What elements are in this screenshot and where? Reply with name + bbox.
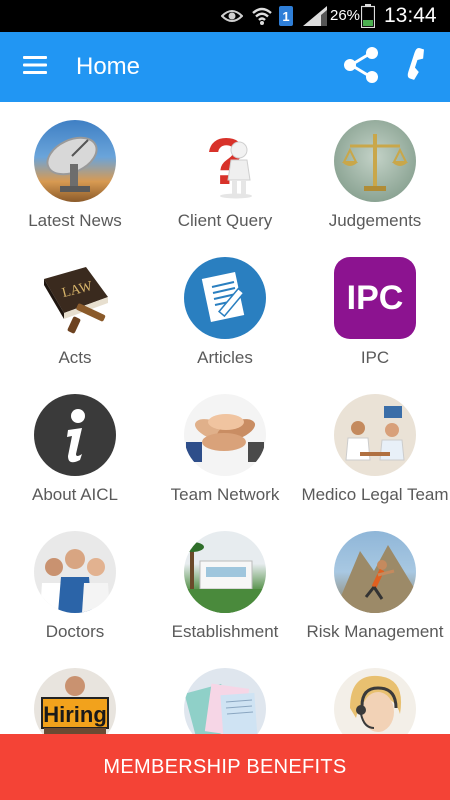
tile-label: IPC <box>360 348 390 367</box>
scales-of-justice-icon <box>334 120 416 202</box>
eye-icon <box>220 0 244 32</box>
hiring-icon: Hiring <box>34 668 116 734</box>
status-bar: 1 26% 13:44 <box>0 0 450 32</box>
info-icon <box>34 394 116 476</box>
hiring-sign-text: Hiring <box>43 702 107 727</box>
tile-label: Articles <box>197 348 253 367</box>
phone-icon <box>407 45 433 90</box>
medical-team-icon <box>334 394 416 476</box>
tile-ipc[interactable]: IPC IPC <box>300 239 450 376</box>
document-pen-icon <box>184 257 266 339</box>
ipc-icon: IPC <box>334 257 416 339</box>
notebooks-icon <box>184 668 266 734</box>
tile-label: Risk Management <box>306 622 444 641</box>
tile-notebooks[interactable] <box>150 650 300 734</box>
battery-icon <box>360 0 376 32</box>
tile-label: Latest News <box>28 211 122 230</box>
svg-text:IPC: IPC <box>347 279 404 317</box>
menu-grid: Latest News ? Client Query Judgements LA… <box>0 102 450 734</box>
tile-label: Client Query <box>177 211 273 230</box>
tile-about-aicl[interactable]: About AICL <box>0 376 150 513</box>
tile-doctors[interactable]: Doctors <box>0 513 150 650</box>
svg-text:1: 1 <box>282 9 289 24</box>
tile-judgements[interactable]: Judgements <box>300 102 450 239</box>
membership-benefits-button[interactable]: MEMBERSHIP BENEFITS <box>0 734 450 800</box>
tile-client-query[interactable]: ? Client Query <box>150 102 300 239</box>
tile-label: Establishment <box>171 622 279 641</box>
tile-risk-management[interactable]: Risk Management <box>300 513 450 650</box>
doctors-icon <box>34 531 116 613</box>
wifi-icon <box>250 0 274 32</box>
support-agent-icon <box>334 668 416 734</box>
menu-button[interactable] <box>14 32 56 102</box>
battery-percent: 26% <box>330 7 361 24</box>
tile-team-network[interactable]: Team Network <box>150 376 300 513</box>
tile-label: Acts <box>58 348 92 367</box>
share-icon <box>341 45 381 90</box>
sim-1-icon: 1 <box>278 0 294 32</box>
share-button[interactable] <box>336 32 386 102</box>
satellite-dish-icon <box>34 120 116 202</box>
tile-medico-legal-team[interactable]: Medico Legal Team <box>300 376 450 513</box>
building-icon <box>184 531 266 613</box>
tile-label: About AICL <box>31 485 118 504</box>
law-book-gavel-icon: LAW <box>34 257 116 339</box>
tile-hiring[interactable]: Hiring <box>0 650 150 734</box>
hamburger-menu-icon <box>23 55 47 79</box>
app-bar: Home <box>0 32 450 102</box>
tile-support[interactable] <box>300 650 450 734</box>
signal-icon <box>302 0 328 32</box>
app-screen: 1 26% 13:44 Home Latest News ? Client Qu… <box>0 0 450 800</box>
tile-establishment[interactable]: Establishment <box>150 513 300 650</box>
tile-label: Team Network <box>170 485 280 504</box>
tile-latest-news[interactable]: Latest News <box>0 102 150 239</box>
tile-label: Doctors <box>45 622 105 641</box>
question-mark-person-icon: ? <box>184 120 266 202</box>
team-hands-icon <box>184 394 266 476</box>
clock: 13:44 <box>384 4 437 27</box>
tile-label: Medico Legal Team <box>301 485 449 504</box>
call-button[interactable] <box>400 32 440 102</box>
tile-label: Judgements <box>328 211 422 230</box>
page-title: Home <box>76 53 141 80</box>
tile-acts[interactable]: LAW Acts <box>0 239 150 376</box>
tile-articles[interactable]: Articles <box>150 239 300 376</box>
climber-icon <box>334 531 416 613</box>
